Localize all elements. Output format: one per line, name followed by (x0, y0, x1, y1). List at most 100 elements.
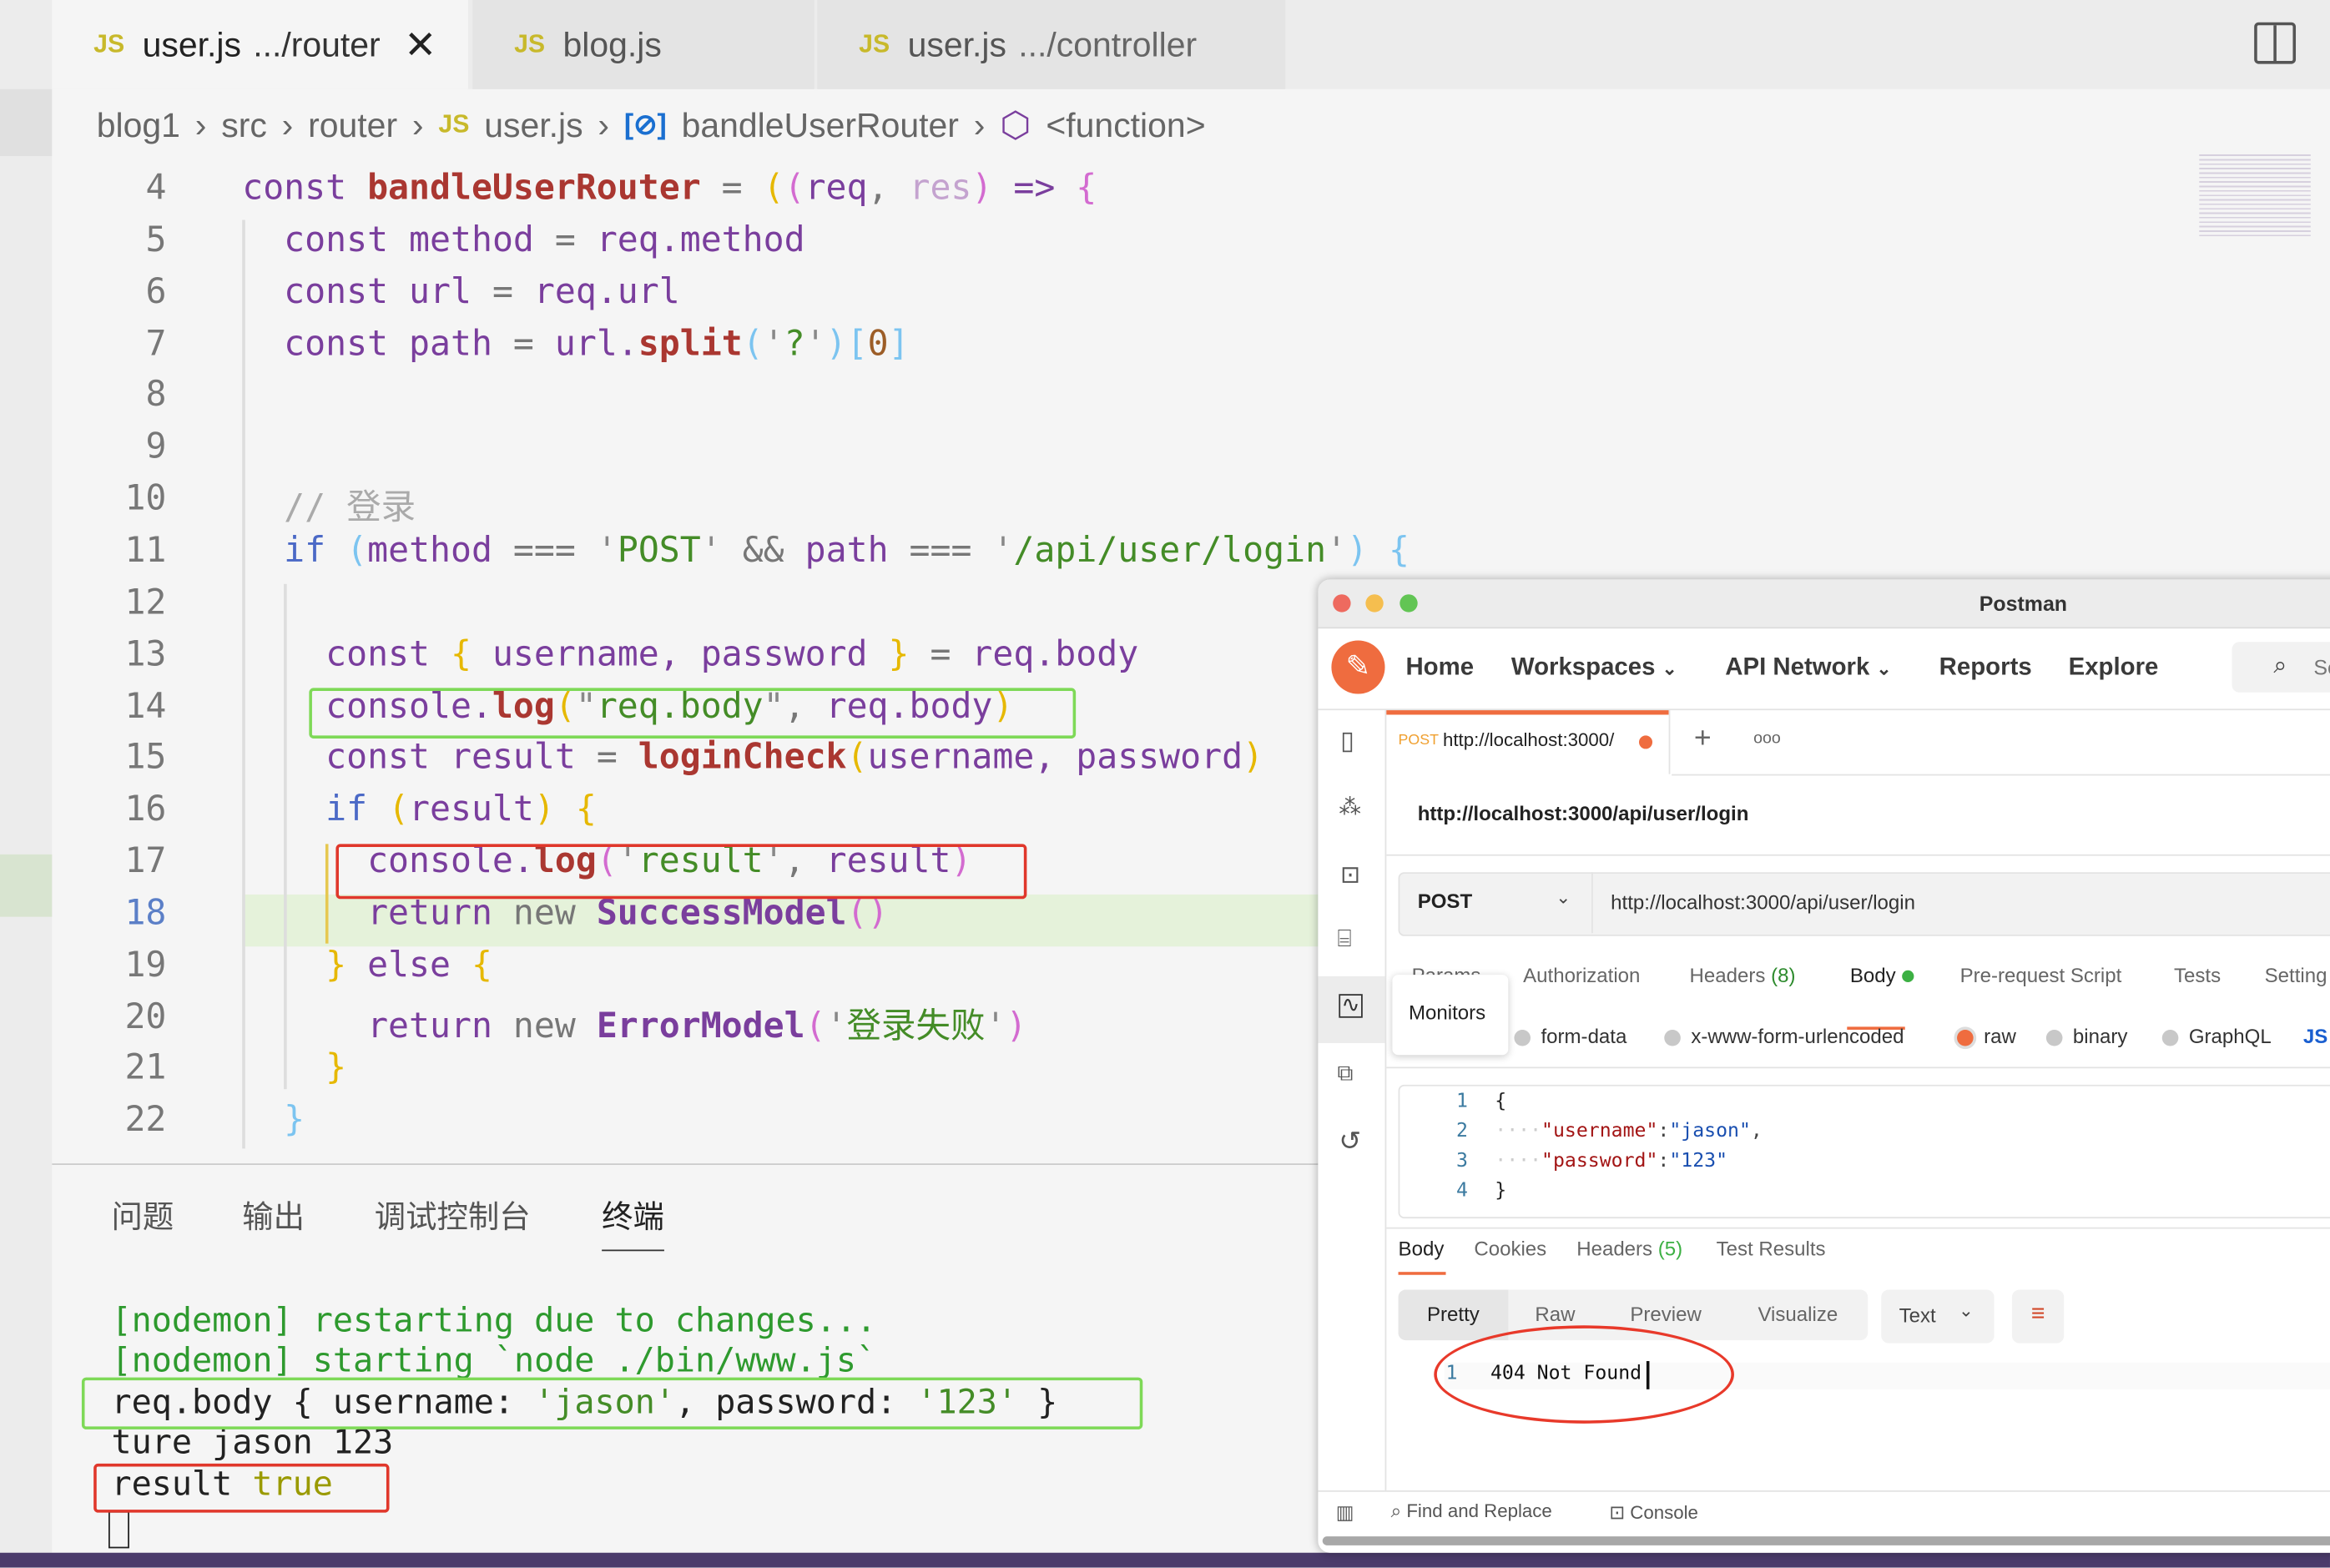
line-number: 4 (1455, 1179, 1468, 1202)
code-token: } (888, 633, 910, 674)
panel-tab-terminal[interactable]: 终端 (602, 1193, 664, 1252)
code-line[interactable]: const path = url.split('?')[0] (242, 323, 909, 363)
highlight-box-green (309, 688, 1077, 739)
code-line[interactable]: const method = req.method (242, 219, 804, 260)
find-replace-button[interactable]: ⌕ Find and Replace (1391, 1500, 1552, 1523)
radio-raw[interactable]: raw (1957, 1026, 2016, 1047)
language-select[interactable]: JS (2303, 1026, 2327, 1048)
nav-explore[interactable]: Explore (2069, 653, 2159, 682)
code-editor[interactable]: 4 const bandleUserRouter = ((req, res) =>… (0, 0, 1410, 1159)
flows-icon[interactable]: ⧉ (1338, 1061, 1354, 1086)
url-input[interactable]: http://localhost:3000/api/user/login (1611, 891, 1915, 914)
format-select[interactable]: Text ⌄ (1881, 1289, 1995, 1344)
nav-workspaces[interactable]: Workspaces ⌄ (1511, 653, 1677, 682)
code-token: url. (554, 323, 638, 364)
tab-pre-request-script[interactable]: Pre-request Script (1960, 965, 2122, 987)
code-line[interactable]: } (242, 1100, 305, 1140)
environments-icon[interactable]: ⊡ (1340, 860, 1360, 890)
wrap-lines-icon[interactable]: ≡ (2011, 1289, 2065, 1344)
code-line[interactable]: return new ErrorModel('登录失败') (242, 996, 1026, 1047)
code-token: ) (971, 168, 993, 209)
code-line[interactable]: const { username, password } = req.body (242, 634, 1138, 674)
tab-tests[interactable]: Tests (2174, 965, 2221, 987)
tab-settings[interactable]: Setting (2265, 965, 2327, 987)
code-line[interactable]: const bandleUserRouter = ((req, res) => … (242, 168, 1097, 208)
view-visualize[interactable]: Visualize (1758, 1303, 1838, 1326)
request-body-editor[interactable]: 1 { 2 ····"username":"jason", 3 ····"pas… (1398, 1084, 2330, 1219)
code-token: [ (846, 323, 868, 364)
request-title[interactable]: http://localhost:3000/api/user/login (1418, 803, 1749, 825)
radio-form-data[interactable]: form-data (1514, 1025, 1627, 1048)
more-tabs-icon[interactable]: ooo (1753, 729, 1781, 747)
code-token: ( (742, 323, 764, 364)
chevron-down-icon: ⌄ (1958, 1300, 1974, 1321)
unsaved-dot (1639, 735, 1653, 749)
tab-headers[interactable]: Headers (8) (1690, 965, 1796, 987)
monitors-icon[interactable]: ∿ (1339, 994, 1363, 1018)
line-number: 4 (145, 168, 167, 209)
mock-servers-icon[interactable]: ⌸ (1338, 927, 1352, 954)
split-editor-icon[interactable] (2254, 22, 2297, 64)
history-icon[interactable]: ↺ (1339, 1127, 1361, 1157)
highlight-ellipse (1434, 1325, 1734, 1424)
response-tab-test-results[interactable]: Test Results (1717, 1238, 1826, 1260)
tab-authorization[interactable]: Authorization (1523, 965, 1640, 987)
horizontal-scrollbar[interactable] (1322, 1536, 2330, 1545)
code-token: res (909, 168, 972, 209)
code-line[interactable]: const result = loginCheck(username, pass… (242, 738, 1263, 778)
code-token: const (242, 323, 410, 364)
postman-logo-icon[interactable]: ✎ (1331, 640, 1385, 694)
panel-tab-debug-console[interactable]: 调试控制台 (375, 1193, 531, 1238)
code-token: return (242, 1005, 513, 1046)
minimize-window-button[interactable] (1365, 594, 1384, 613)
radio-graphql[interactable]: GraphQL (2161, 1026, 2272, 1047)
response-tab-cookies[interactable]: Cookies (1474, 1238, 1546, 1260)
view-preview[interactable]: Preview (1630, 1303, 1701, 1326)
view-raw[interactable]: Raw (1535, 1303, 1575, 1326)
code-token: const (242, 633, 451, 674)
code-token: } (242, 1100, 305, 1141)
code-token: = (909, 633, 972, 674)
tab-label: Body (1849, 964, 1896, 987)
code-line[interactable]: } else { (242, 945, 492, 985)
response-tab-headers[interactable]: Headers (5) (1576, 1238, 1682, 1260)
minimap[interactable] (2199, 151, 2311, 238)
search-input[interactable]: ⌕ Se (2232, 642, 2330, 693)
code-token: ( (846, 737, 868, 778)
json-key: "password" (1541, 1150, 1658, 1172)
code-token: ) (1006, 1005, 1027, 1046)
code-line[interactable]: if (method === 'POST' && path === '/api/… (242, 531, 1410, 571)
radio-label: form-data (1541, 1025, 1627, 1048)
code-token: // 登录 (242, 487, 416, 528)
collections-icon[interactable]: ▯ (1340, 727, 1354, 757)
code-line[interactable]: const url = req.url (242, 271, 680, 311)
count-badge: (8) (1771, 964, 1796, 987)
json-value: "123" (1669, 1150, 1728, 1172)
code-token: ' (825, 1005, 847, 1046)
sidebar-toggle-icon[interactable]: ▥ (1336, 1500, 1354, 1524)
nav-reports[interactable]: Reports (1939, 653, 2032, 682)
code-token: /api/user/login (1013, 530, 1327, 571)
request-tab[interactable]: POST http://localhost:3000/ (1386, 710, 1671, 774)
response-tab-body[interactable]: Body (1399, 1238, 1445, 1260)
nav-home[interactable]: Home (1405, 653, 1474, 682)
panel-tab-output[interactable]: 输出 (242, 1193, 305, 1238)
line-number: 19 (124, 945, 167, 986)
code-line[interactable]: // 登录 (242, 479, 416, 530)
code-line[interactable]: } (242, 1048, 346, 1088)
code-token: ' (1326, 530, 1348, 571)
radio-binary[interactable]: binary (2045, 1026, 2127, 1047)
close-window-button[interactable] (1333, 594, 1351, 613)
panel-tab-problems[interactable]: 问题 (112, 1193, 174, 1238)
code-token: method (367, 530, 492, 571)
radio-x-www-form-urlencoded[interactable]: x-www-form-urlencoded (1664, 1026, 1904, 1047)
tab-body[interactable]: Body (1849, 964, 1914, 987)
method-select[interactable]: POST ⌄ (1399, 872, 1591, 933)
new-tab-button[interactable]: + (1694, 722, 1712, 756)
nav-api-network[interactable]: API Network ⌄ (1725, 653, 1891, 682)
code-line[interactable]: if (result) { (242, 789, 597, 829)
console-button[interactable]: ⊡ Console (1609, 1500, 1698, 1523)
maximize-window-button[interactable] (1400, 594, 1418, 613)
apis-icon[interactable]: ⁂ (1339, 794, 1361, 820)
view-pretty[interactable]: Pretty (1398, 1289, 1509, 1341)
